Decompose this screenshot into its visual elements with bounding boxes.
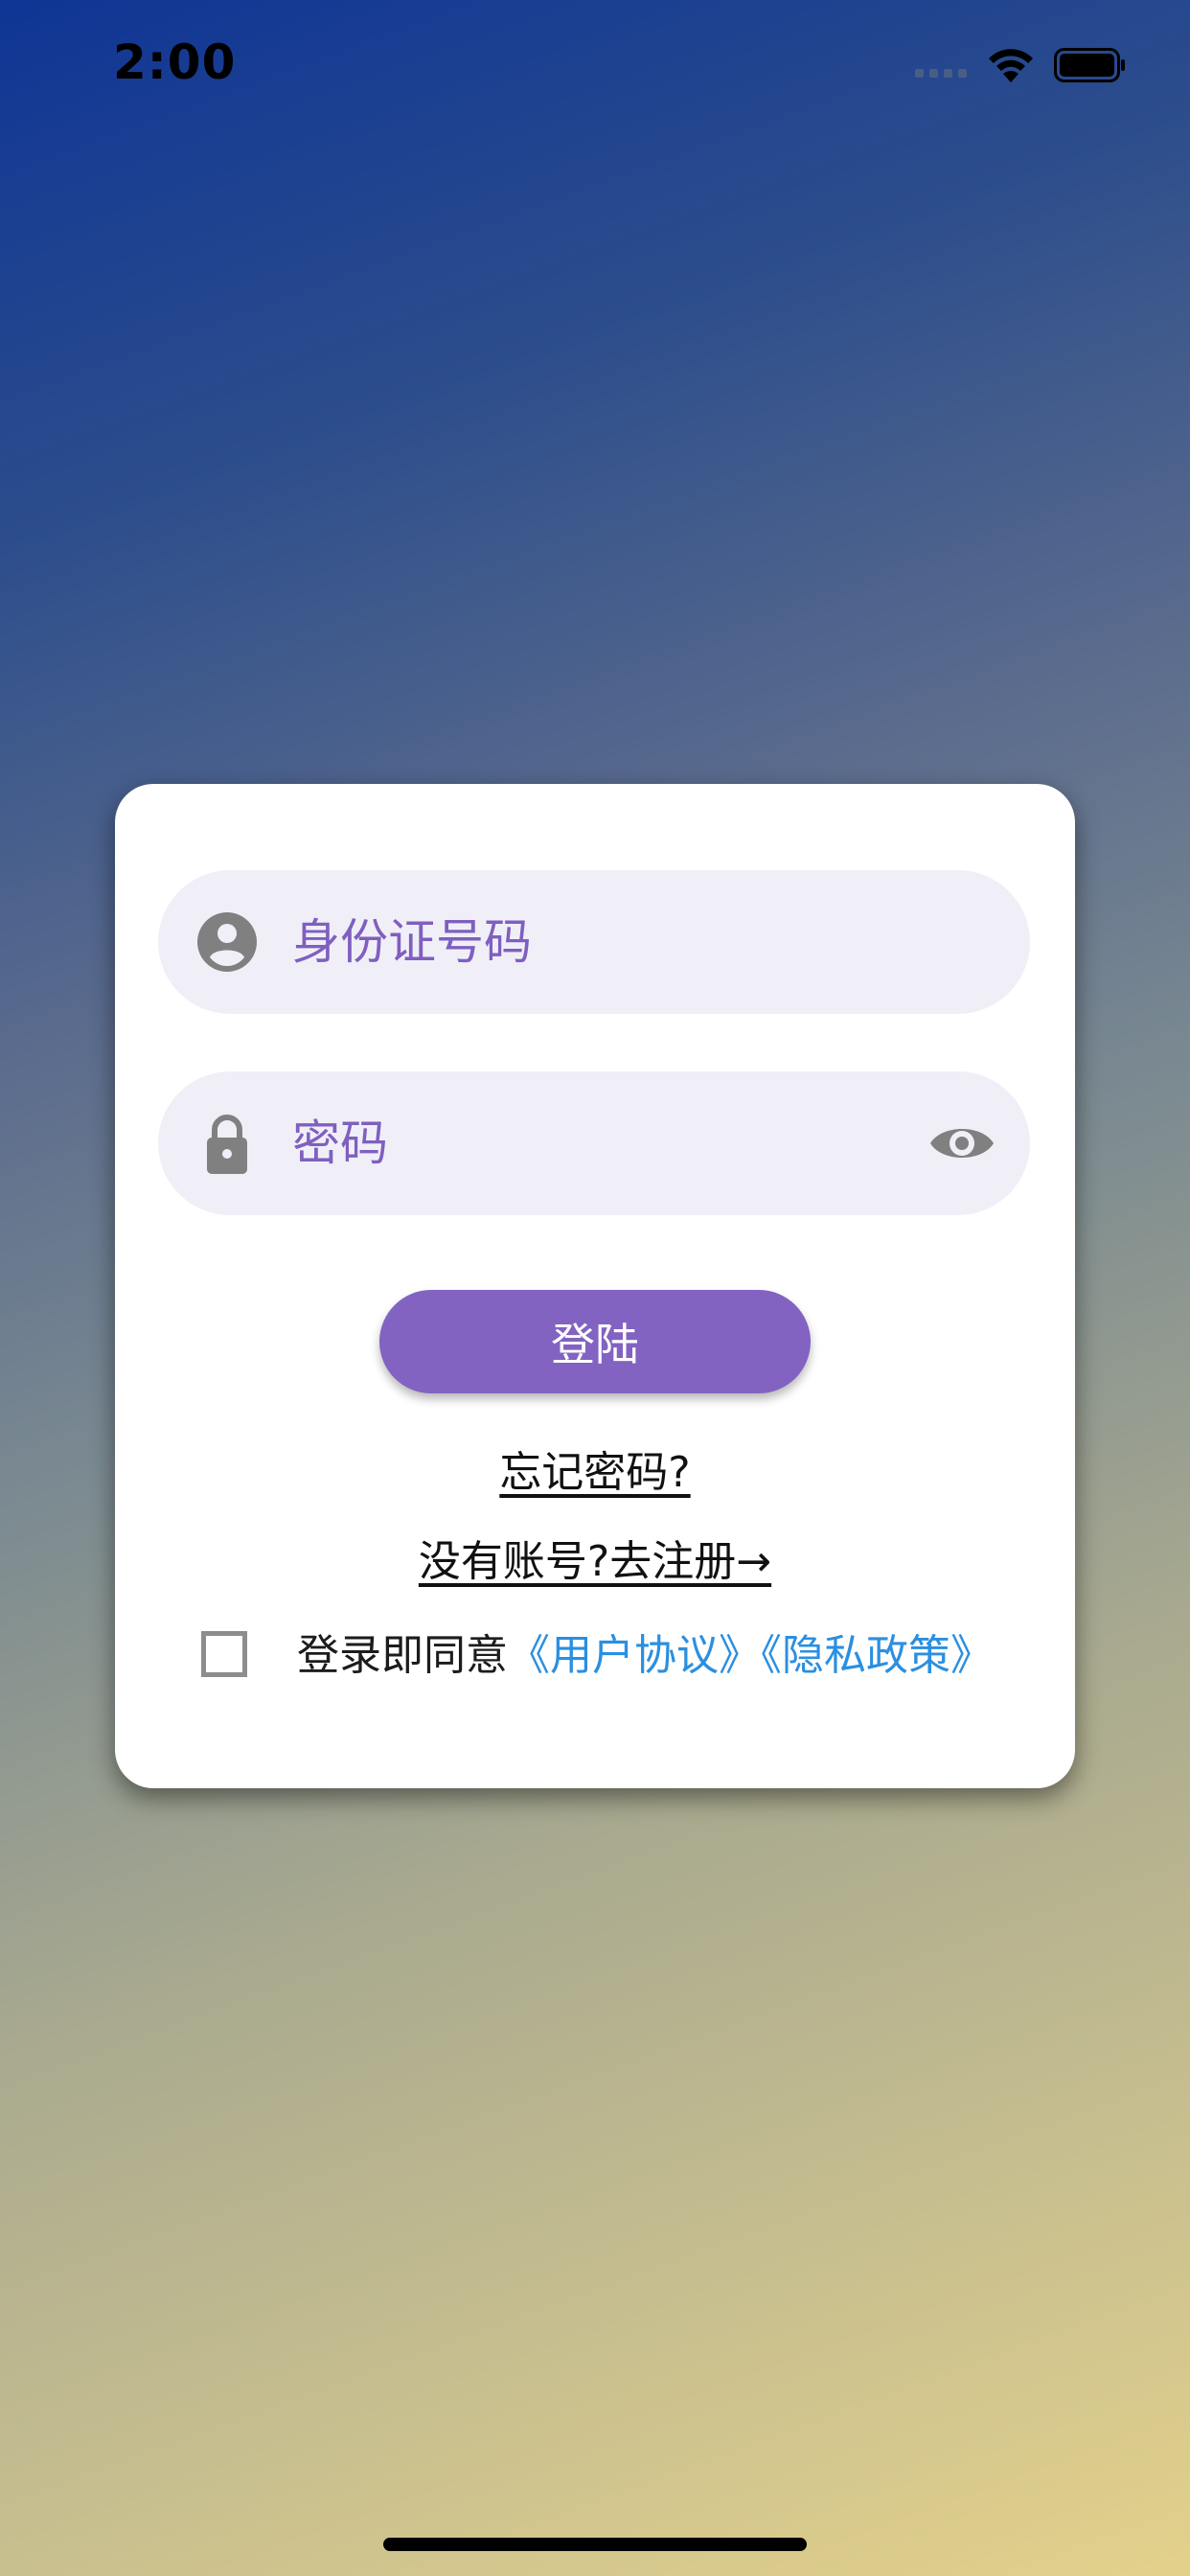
agreement-prefix: 登录即同意 [297,1631,508,1680]
id-number-input[interactable] [292,870,886,1014]
forgot-password-row: 忘记密码? [115,1438,1075,1499]
register-row: 没有账号?去注册→ [115,1527,1075,1588]
agreement-row: 登录即同意《用户协议》《隐私政策》 [201,1627,1044,1689]
agreement-text: 登录即同意《用户协议》《隐私政策》 [297,1627,993,1685]
agree-checkbox[interactable] [201,1631,247,1677]
privacy-policy-link[interactable]: 《隐私政策》 [761,1631,993,1680]
person-circle-icon [197,912,257,972]
id-number-field[interactable] [158,870,1030,1014]
forgot-password-link[interactable]: 忘记密码? [499,1448,690,1497]
eye-icon[interactable] [928,1115,995,1172]
signal-dots-icon [915,69,967,78]
password-field[interactable] [158,1071,1030,1215]
login-button[interactable]: 登陆 [379,1290,811,1393]
register-link[interactable]: 没有账号?去注册→ [419,1537,771,1586]
home-indicator[interactable] [383,2538,807,2551]
user-agreement-link[interactable]: 《用户协议》 [508,1631,761,1680]
status-bar: 2:00 [0,0,1190,126]
password-input[interactable] [292,1071,886,1215]
login-card: 登陆 忘记密码? 没有账号?去注册→ 登录即同意《用户协议》《隐私政策》 [115,784,1075,1788]
battery-icon [1054,48,1125,82]
lock-icon [207,1115,247,1174]
status-time: 2:00 [113,34,237,90]
wifi-icon [989,49,1033,82]
